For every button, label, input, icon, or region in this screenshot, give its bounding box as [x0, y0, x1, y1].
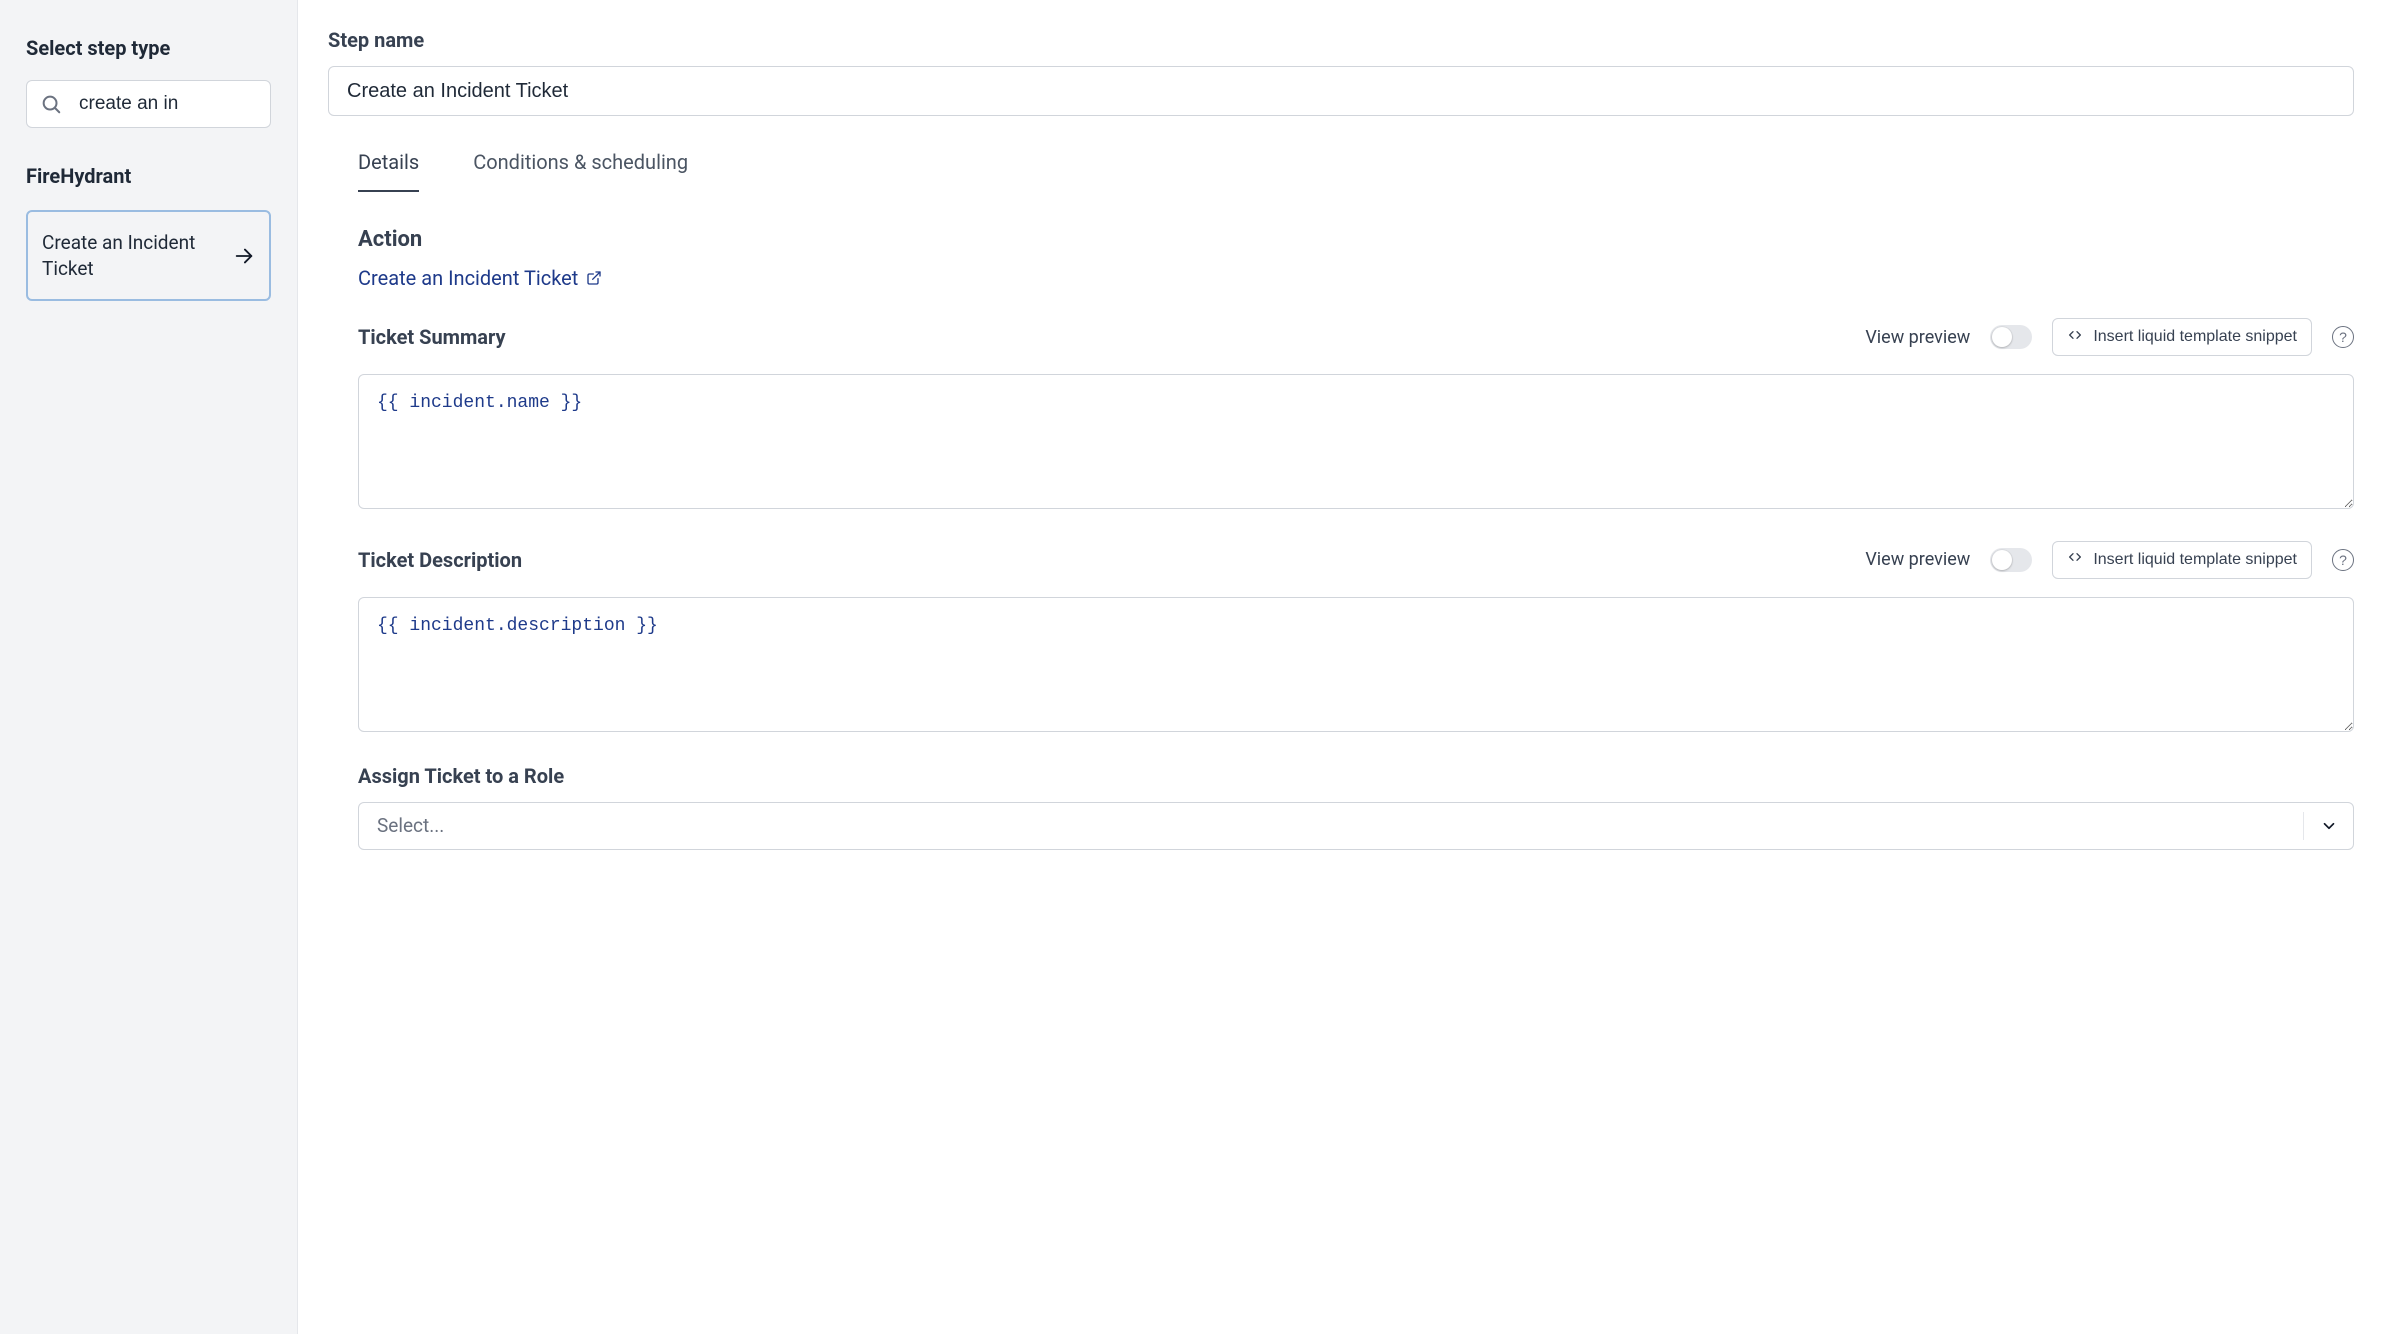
ticket-description-preview-toggle[interactable]	[1990, 548, 2032, 572]
step-name-input[interactable]	[328, 66, 2354, 116]
ticket-summary-textarea[interactable]	[358, 374, 2354, 509]
help-icon: ?	[2339, 552, 2347, 568]
ticket-summary-preview-toggle[interactable]	[1990, 325, 2032, 349]
step-type-option-label: Create an Incident Ticket	[42, 230, 223, 281]
ticket-description-insert-snippet-button[interactable]: Insert liquid template snippet	[2052, 541, 2312, 579]
sidebar-title: Select step type	[26, 36, 271, 60]
assign-role-placeholder: Select...	[377, 814, 444, 837]
ticket-summary-insert-snippet-button[interactable]: Insert liquid template snippet	[2052, 318, 2312, 356]
ticket-description-preview-label: View preview	[1865, 549, 1970, 570]
ticket-description-help-button[interactable]: ?	[2332, 549, 2354, 571]
action-link[interactable]: Create an Incident Ticket	[358, 266, 602, 290]
ticket-summary-section: Ticket Summary View preview Insert liqui…	[328, 290, 2354, 513]
search-input[interactable]	[26, 80, 271, 128]
external-link-icon	[586, 270, 602, 286]
chevron-down-icon	[2304, 802, 2354, 850]
search-icon	[40, 93, 62, 115]
assign-role-select[interactable]: Select...	[358, 802, 2354, 850]
arrow-right-icon	[233, 245, 255, 267]
ticket-description-section: Ticket Description View preview Insert l…	[328, 513, 2354, 736]
tab-conditions-scheduling[interactable]: Conditions & scheduling	[473, 150, 688, 192]
search-field-wrap	[26, 80, 271, 128]
ticket-description-textarea[interactable]	[358, 597, 2354, 732]
action-heading: Action	[358, 227, 2354, 252]
assign-role-label: Assign Ticket to a Role	[358, 764, 2354, 788]
sidebar-group-title: FireHydrant	[26, 164, 271, 188]
ticket-summary-insert-snippet-label: Insert liquid template snippet	[2093, 328, 2297, 346]
action-section: Action Create an Incident Ticket	[328, 193, 2354, 290]
ticket-summary-header: Ticket Summary View preview Insert liqui…	[358, 318, 2354, 356]
ticket-summary-label: Ticket Summary	[358, 325, 506, 349]
ticket-description-label: Ticket Description	[358, 548, 522, 572]
ticket-description-insert-snippet-label: Insert liquid template snippet	[2093, 551, 2297, 569]
code-brackets-icon	[2067, 549, 2083, 570]
code-brackets-icon	[2067, 327, 2083, 348]
sidebar: Select step type FireHydrant Create an I…	[0, 0, 298, 1334]
ticket-summary-help-button[interactable]: ?	[2332, 326, 2354, 348]
assign-role-select-wrap: Select...	[358, 802, 2354, 850]
help-icon: ?	[2339, 329, 2347, 345]
action-link-text: Create an Incident Ticket	[358, 266, 578, 290]
step-type-option-create-incident-ticket[interactable]: Create an Incident Ticket	[26, 210, 271, 301]
ticket-summary-preview-label: View preview	[1865, 327, 1970, 348]
main-panel: Step name Details Conditions & schedulin…	[298, 0, 2384, 1334]
ticket-description-header: Ticket Description View preview Insert l…	[358, 541, 2354, 579]
step-name-label: Step name	[328, 28, 2354, 52]
tabs: Details Conditions & scheduling	[328, 150, 2354, 193]
tab-details[interactable]: Details	[358, 150, 419, 192]
assign-role-section: Assign Ticket to a Role Select...	[328, 736, 2354, 850]
